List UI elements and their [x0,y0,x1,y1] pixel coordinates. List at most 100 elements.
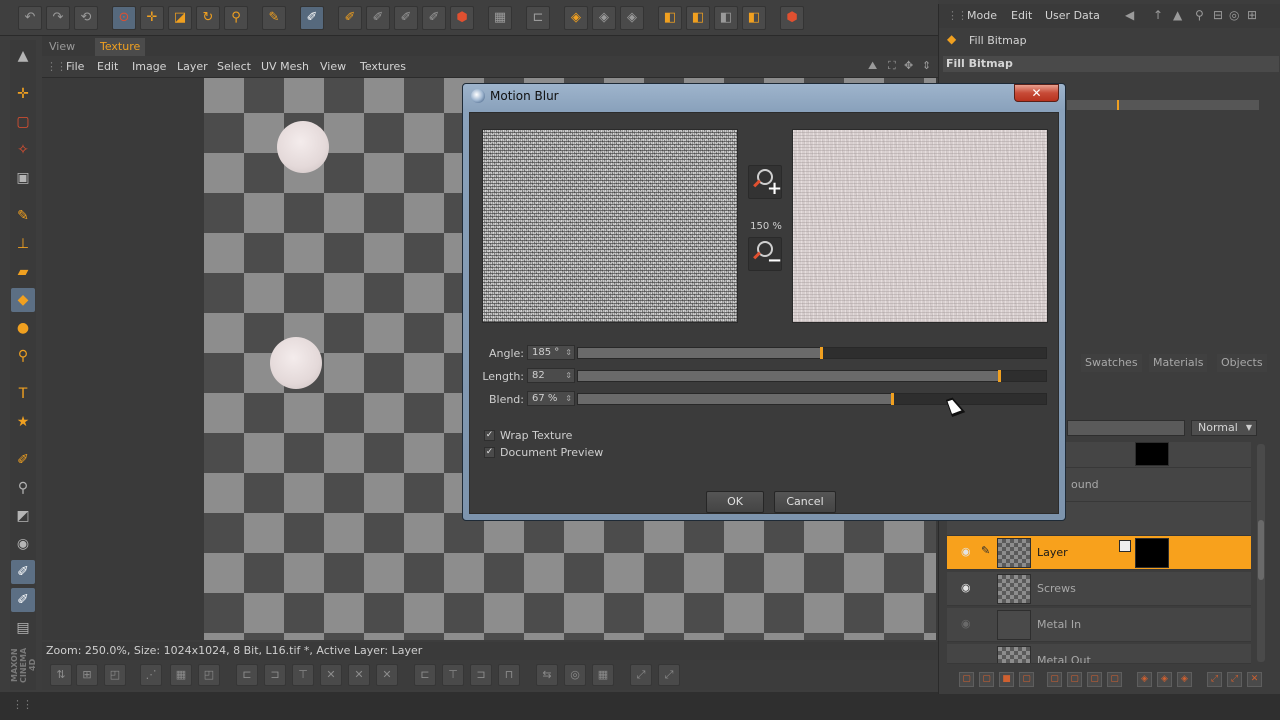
duplicate-layer-icon[interactable]: ▢ [1047,672,1062,687]
angle-field[interactable]: 185 ° ⇕ [527,345,575,360]
rect-select-tool[interactable]: ▢ [11,110,35,134]
length-field[interactable]: 82 ⇕ [527,368,575,383]
uv-tool-button[interactable]: ⊤ [292,664,314,686]
uv-tool-button[interactable]: ✕ [320,664,342,686]
texture-view-tool[interactable]: ▤ [11,616,35,640]
uv-tool-button[interactable]: ◰ [104,664,126,686]
wrap-texture-checkbox[interactable]: ✓ Wrap Texture [484,429,684,443]
eyedropper-tool[interactable]: ✐ [11,448,35,472]
magic-wand-tool[interactable]: ✧ [11,138,35,162]
delete-mask-icon[interactable]: ▢ [1107,672,1122,687]
blend-mode-select[interactable]: Normal ▼ [1191,420,1257,436]
tab-materials[interactable]: Materials [1149,354,1208,372]
transform-tool[interactable]: ✛ [11,82,35,106]
uv-points-button[interactable]: ◈ [564,6,588,30]
text-tool[interactable]: T [11,382,35,406]
projection-button[interactable]: ✐ [338,6,362,30]
zoom-tool[interactable]: ⚲ [11,344,35,368]
new-folder-icon[interactable]: ▢ [979,672,994,687]
uv-tool-button[interactable]: ⊓ [498,664,520,686]
target-icon[interactable]: ◎ [1229,8,1239,22]
uv-tool-button[interactable]: ⇆ [536,664,558,686]
texture-tag-button[interactable]: ⬢ [780,6,804,30]
result-preview[interactable] [792,129,1048,323]
uv-tool-button[interactable]: ⊏ [414,664,436,686]
reset-button[interactable]: ⟲ [74,6,98,30]
cube-button[interactable]: ◧ [658,6,682,30]
fit-nav-icon[interactable]: ⛶ [888,59,896,73]
blend-slider-handle[interactable] [891,393,894,405]
trash-icon[interactable]: ✕ [1247,672,1262,687]
pan-nav-icon[interactable]: ✥ [904,59,913,72]
length-slider[interactable] [577,370,1047,382]
checkmark-icon[interactable]: ✓ [484,430,495,441]
effect-icon[interactable]: ◈ [1157,672,1172,687]
uv-tool-button[interactable]: ◰ [198,664,220,686]
back-arrow-icon[interactable]: ◀ [1125,8,1134,22]
uv-tool-button[interactable]: ▦ [592,664,614,686]
menu-select[interactable]: Select [217,60,251,73]
layer-row[interactable]: Metal Out [947,644,1251,664]
menu-image[interactable]: Image [132,60,166,73]
menu-edit[interactable]: Edit [1011,9,1032,22]
channel-button[interactable]: ✐ [366,6,390,30]
layer-row[interactable]: ◉ Metal In [947,608,1251,642]
paint-3d-tool[interactable]: ✐ [11,560,35,584]
angle-slider[interactable] [577,347,1047,359]
undo-button[interactable]: ↶ [18,6,42,30]
uv-tool-button[interactable]: ⋰ [140,664,162,686]
menu-edit[interactable]: Edit [97,60,118,73]
rotate-button[interactable]: ↻ [196,6,220,30]
cancel-button[interactable]: Cancel [774,491,836,513]
menu-view[interactable]: View [320,60,346,73]
search-icon[interactable]: ⚲ [1195,8,1204,22]
uv-tool-button[interactable]: ⊤ [442,664,464,686]
zoom-in-button[interactable]: + [748,165,782,199]
ok-button[interactable]: OK [706,491,764,513]
cube4-button[interactable]: ◧ [742,6,766,30]
filter-icon[interactable]: ◈ [1177,672,1192,687]
eye-icon[interactable]: ◉ [961,545,971,558]
live-selection-button[interactable]: ⊙ [112,6,136,30]
close-button[interactable]: ✕ [1014,84,1059,102]
scale-button[interactable]: ◪ [168,6,192,30]
channel3-button[interactable]: ✐ [422,6,446,30]
fill-bitmap-tool[interactable]: ◆ [11,288,35,312]
menu-user-data[interactable]: User Data [1045,9,1100,22]
uv-tool-button[interactable]: ✕ [348,664,370,686]
new-layer-icon[interactable]: ▢ [959,672,974,687]
uv-tool-button[interactable]: ⊞ [76,664,98,686]
unlink-icon[interactable]: ⤢ [1227,672,1242,687]
mask-layer-icon[interactable]: ▢ [1019,672,1034,687]
eraser-tool[interactable]: ▰ [11,260,35,284]
tab-texture[interactable]: Texture [95,38,146,56]
uv-tool[interactable]: ▣ [11,166,35,190]
blend-field[interactable]: 67 % ⇕ [527,391,575,406]
uv-tool-button[interactable]: ⤢ [658,664,680,686]
menu-file[interactable]: File [66,60,84,73]
flatten-icon[interactable]: ▢ [1087,672,1102,687]
zoom-nav-icon[interactable]: ⛰ [868,59,877,73]
menu-uv-mesh[interactable]: UV Mesh [261,60,309,73]
transform-button[interactable]: ⚲ [224,6,248,30]
render-button[interactable]: ▦ [488,6,512,30]
uv-edges-button[interactable]: ◈ [620,6,644,30]
eye-icon[interactable]: ◉ [961,581,971,594]
lock-icon[interactable]: ⊟ [1213,8,1223,22]
paint-uv-tool[interactable]: ✐ [11,588,35,612]
menu-layer[interactable]: Layer [177,60,208,73]
eye-icon[interactable]: ◉ [961,617,971,630]
tab-swatches[interactable]: Swatches [1081,354,1142,372]
shape-tool[interactable]: ★ [11,410,35,434]
uv-tool-button[interactable]: ⊐ [470,664,492,686]
spin-arrows-icon[interactable]: ⇕ [565,346,572,359]
mask-link-icon[interactable] [1119,540,1131,552]
dialog-titlebar[interactable]: Motion Blur ✕ [463,84,1065,108]
uv-tool-button[interactable]: ⊐ [264,664,286,686]
uv-tool-button[interactable]: ⤢ [630,664,652,686]
paint-mode-button[interactable]: ✎ [262,6,286,30]
fill-layer-icon[interactable]: ■ [999,672,1014,687]
layer-row-selected[interactable]: ◉ ✎ Layer [947,536,1251,570]
channel2-button[interactable]: ✐ [394,6,418,30]
spin-arrows-icon[interactable]: ⇕ [565,392,572,405]
